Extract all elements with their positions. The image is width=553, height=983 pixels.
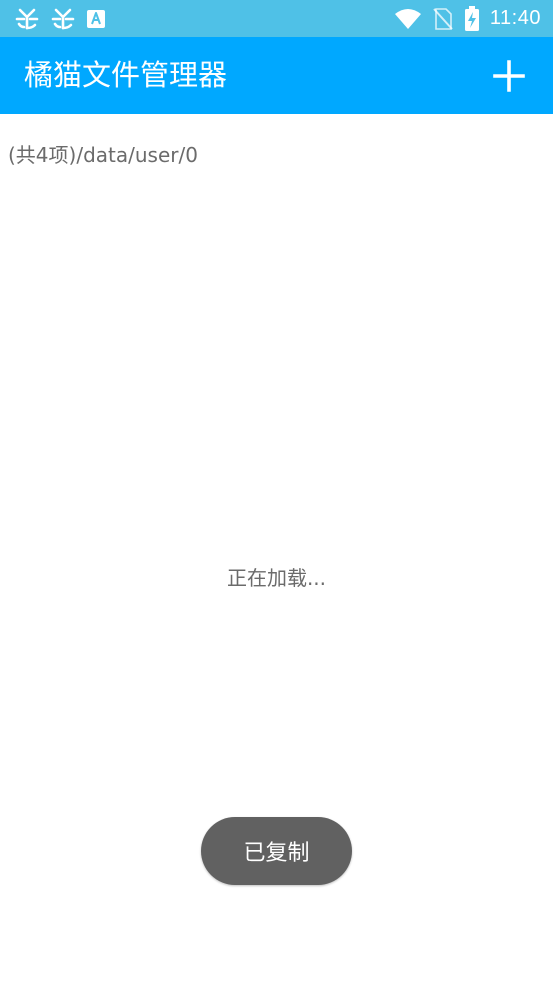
bug-icon [50, 6, 76, 32]
status-left-icons [14, 6, 106, 32]
add-button[interactable] [485, 52, 533, 100]
status-bar: 11:40 [0, 0, 553, 37]
no-sim-icon [432, 7, 454, 31]
path-text: /data/user/0 [76, 143, 198, 167]
plus-icon [493, 59, 525, 92]
status-clock: 11:40 [489, 7, 541, 29]
toast-text: 已复制 [243, 841, 310, 866]
accessibility-a-icon [86, 9, 106, 29]
wifi-icon [394, 8, 422, 30]
current-path: (共4项)/data/user/0 [8, 139, 198, 168]
status-right-icons: 11:40 [394, 5, 541, 32]
battery-charging-icon [464, 5, 480, 32]
item-count: (共4项) [8, 143, 77, 167]
app-title: 橘猫文件管理器 [24, 58, 228, 92]
app-bar: 橘猫文件管理器 [0, 37, 553, 114]
toast-message: 已复制 [201, 817, 352, 885]
bug-icon [14, 6, 40, 32]
loading-text: 正在加载... [226, 566, 327, 590]
